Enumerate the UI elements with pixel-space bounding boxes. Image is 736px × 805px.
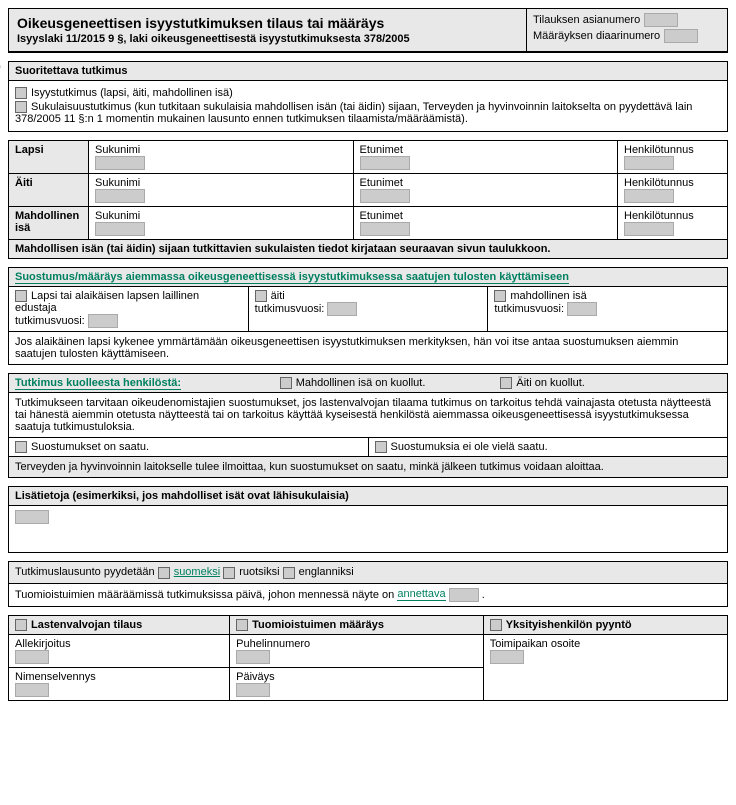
- section-lang: Tutkimuslausunto pyydetään suomeksi ruot…: [8, 561, 728, 606]
- input-isa-etunimet[interactable]: [360, 222, 410, 236]
- people-table: Lapsi Sukunimi Etunimet Henkilötunnus Äi…: [8, 140, 728, 259]
- input-tv-aiti[interactable]: [327, 302, 357, 316]
- input-paiv[interactable]: [236, 683, 270, 697]
- form-title: Oikeusgeneettisen isyystutkimuksen tilau…: [17, 15, 518, 31]
- section-suoritettava: Suoritettava tutkimus Isyystutkimus (lap…: [8, 61, 728, 132]
- form-container: Oikeusgeneettisen isyystutkimuksen tilau…: [8, 8, 728, 53]
- input-tv-lapsi[interactable]: [88, 314, 118, 328]
- opt-isyystutkimus: Isyystutkimus (lapsi, äiti, mahdollinen …: [31, 87, 233, 99]
- kuollut-note: Terveyden ja hyvinvoinnin laitokselle tu…: [9, 456, 727, 477]
- checkbox-sukulaisuus[interactable]: [15, 101, 27, 113]
- section-suoritettava-title: Suoritettava tutkimus: [9, 62, 727, 81]
- signature-table: Lastenvalvojan tilaus Tuomioistuimen mää…: [8, 615, 728, 701]
- lbl-hetu: Henkilötunnus: [624, 144, 721, 156]
- field-diaari-label: Määräyksen diaarinumero: [533, 30, 660, 42]
- input-isa-sukunimi[interactable]: [95, 222, 145, 236]
- chk-yksityis[interactable]: [490, 619, 502, 631]
- input-osoite[interactable]: [490, 650, 524, 664]
- people-footer: Mahdollisen isän (tai äidin) sijaan tutk…: [9, 240, 728, 259]
- input-puh[interactable]: [236, 650, 270, 664]
- chk-tuomioistuin[interactable]: [236, 619, 248, 631]
- chk-aiti-kuollut[interactable]: [500, 377, 512, 389]
- chk-fi[interactable]: [158, 567, 170, 579]
- section-kuollut: Tutkimus kuolleesta henkilöstä: Mahdolli…: [8, 373, 728, 478]
- input-lisatieto[interactable]: [15, 510, 49, 524]
- suostumus-note: Jos alaikäinen lapsi kykenee ymmärtämään…: [9, 331, 727, 364]
- input-lapsi-sukunimi[interactable]: [95, 156, 145, 170]
- section-suostumus: Suostumus/määräys aiemmassa oikeusgeneet…: [8, 267, 728, 365]
- chk-lastenvalvoja[interactable]: [15, 619, 27, 631]
- input-tv-isa[interactable]: [567, 302, 597, 316]
- chk-suost-ei[interactable]: [375, 441, 387, 453]
- input-deadline[interactable]: [449, 588, 479, 602]
- row-lapsi: Lapsi: [9, 141, 89, 174]
- checkbox-isyystutkimus[interactable]: [15, 87, 27, 99]
- kuollut-body: Tutkimukseen tarvitaan oikeudenomistajie…: [9, 393, 727, 437]
- input-lapsi-hetu[interactable]: [624, 156, 674, 170]
- chk-isa-kuollut[interactable]: [280, 377, 292, 389]
- input-nimen[interactable]: [15, 683, 49, 697]
- input-aiti-etunimet[interactable]: [360, 189, 410, 203]
- chk-suost-aiti[interactable]: [255, 290, 267, 302]
- chk-sv[interactable]: [223, 567, 235, 579]
- input-aiti-hetu[interactable]: [624, 189, 674, 203]
- lbl-sukunimi: Sukunimi: [95, 144, 347, 156]
- chk-en[interactable]: [283, 567, 295, 579]
- input-allek[interactable]: [15, 650, 49, 664]
- opt-sukulaisuus: Sukulaisuustutkimus (kun tutkitaan sukul…: [15, 101, 692, 125]
- row-aiti: Äiti: [9, 174, 89, 207]
- section-lisatieto: Lisätietoja (esimerkiksi, jos mahdollise…: [8, 486, 728, 553]
- row-isa: Mahdollinen isä: [9, 207, 89, 240]
- chk-suost-saatu[interactable]: [15, 441, 27, 453]
- chk-suost-lapsi[interactable]: [15, 290, 27, 302]
- form-subtitle: Isyyslaki 11/2015 9 §, laki oikeusgeneet…: [17, 33, 518, 45]
- header: Oikeusgeneettisen isyystutkimuksen tilau…: [9, 9, 727, 52]
- input-aiti-sukunimi[interactable]: [95, 189, 145, 203]
- input-lapsi-etunimet[interactable]: [360, 156, 410, 170]
- lbl-etunimet: Etunimet: [360, 144, 612, 156]
- suostumus-title: Suostumus/määräys aiemmassa oikeusgeneet…: [15, 271, 569, 284]
- field-diaari-input[interactable]: [664, 29, 698, 43]
- field-asianumero-input[interactable]: [644, 13, 678, 27]
- chk-suost-isa[interactable]: [494, 290, 506, 302]
- input-isa-hetu[interactable]: [624, 222, 674, 236]
- field-asianumero-label: Tilauksen asianumero: [533, 14, 640, 26]
